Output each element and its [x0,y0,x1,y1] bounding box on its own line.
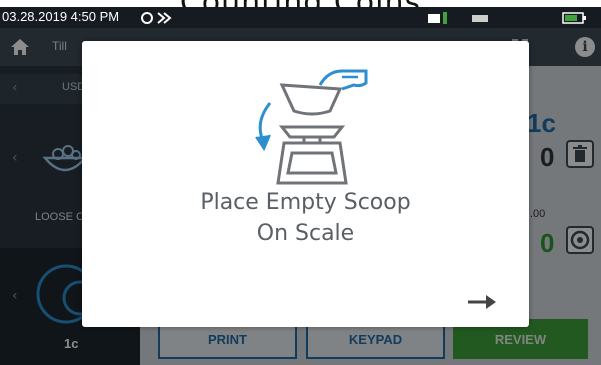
dialog-message-line1: Place Empty Scoop [200,190,411,215]
printer-status-icon [428,12,447,24]
device-screen: 03.28.2019 4:50 PM Till i ‹ USD ‹ LOOSE … [0,0,601,365]
connection-icon [472,15,488,22]
dialog-message-line2: On Scale [256,221,355,246]
scale-icon [255,69,368,185]
battery-icon [562,12,586,24]
instruction-dialog: Place Empty Scoop On Scale [82,41,529,327]
status-bar: 03.28.2019 4:50 PM [0,7,601,28]
status-datetime: 03.28.2019 4:50 PM [2,9,120,24]
sync-icon [141,12,172,24]
next-arrow-icon[interactable] [465,291,501,313]
